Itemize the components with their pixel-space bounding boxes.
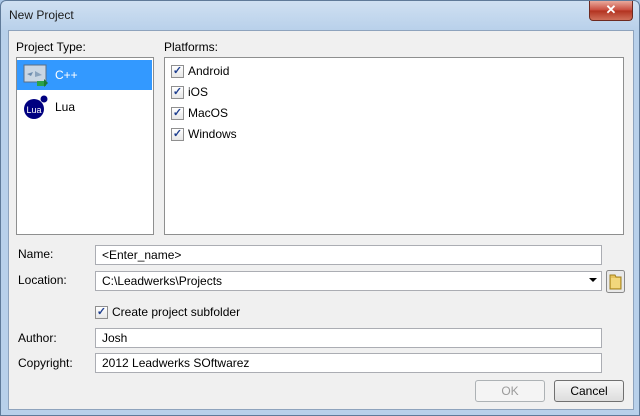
project-type-list[interactable]: C++ Lua Lua: [16, 57, 154, 235]
folder-icon: [606, 270, 625, 293]
title-bar[interactable]: New Project ✕: [1, 1, 639, 29]
copyright-field[interactable]: [95, 353, 602, 373]
create-subfolder-checkbox[interactable]: ✓: [95, 306, 108, 319]
project-type-lua[interactable]: Lua Lua: [17, 92, 152, 122]
windows-checkbox[interactable]: ✓: [171, 128, 184, 141]
location-combobox[interactable]: C:\Leadwerks\Projects: [95, 271, 602, 291]
platforms-label: Platforms:: [164, 40, 219, 54]
project-type-label-lua: Lua: [55, 100, 76, 114]
macos-label: MacOS: [188, 106, 229, 120]
android-checkbox[interactable]: ✓: [171, 65, 184, 78]
platforms-list: ✓ Android ✓ iOS ✓ MacOS ✓ Windows: [164, 57, 624, 235]
ios-label: iOS: [188, 85, 209, 99]
cancel-button[interactable]: Cancel: [554, 380, 624, 402]
location-value: C:\Leadwerks\Projects: [102, 274, 223, 288]
lua-icon: Lua: [23, 95, 49, 119]
project-type-label-cpp: C++: [55, 68, 78, 82]
svg-text:Lua: Lua: [26, 105, 41, 115]
browse-folder-button[interactable]: [606, 270, 625, 293]
close-button[interactable]: ✕: [589, 1, 633, 21]
macos-checkbox[interactable]: ✓: [171, 107, 184, 120]
ios-checkbox[interactable]: ✓: [171, 86, 184, 99]
name-field[interactable]: [95, 245, 602, 265]
window-title: New Project: [9, 8, 74, 22]
chevron-down-icon[interactable]: [589, 278, 597, 282]
dialog-client-area: Project Type: C++ Lua Lua Platforms: ✓ A…: [8, 30, 634, 410]
author-label: Author:: [18, 331, 57, 345]
ok-button[interactable]: OK: [475, 380, 545, 402]
copyright-label: Copyright:: [18, 356, 73, 370]
name-label: Name:: [18, 247, 54, 261]
new-project-dialog: New Project ✕ Project Type: C++ Lua Lua …: [0, 0, 640, 416]
cpp-icon: [23, 63, 49, 87]
android-label: Android: [188, 64, 230, 78]
project-type-cpp[interactable]: C++: [17, 60, 152, 90]
location-label: Location:: [18, 273, 67, 287]
author-field[interactable]: [95, 328, 602, 348]
create-subfolder-row[interactable]: ✓ Create project subfolder: [95, 303, 295, 321]
project-type-label: Project Type:: [16, 40, 86, 54]
create-subfolder-label: Create project subfolder: [112, 305, 241, 319]
windows-label: Windows: [188, 127, 237, 141]
